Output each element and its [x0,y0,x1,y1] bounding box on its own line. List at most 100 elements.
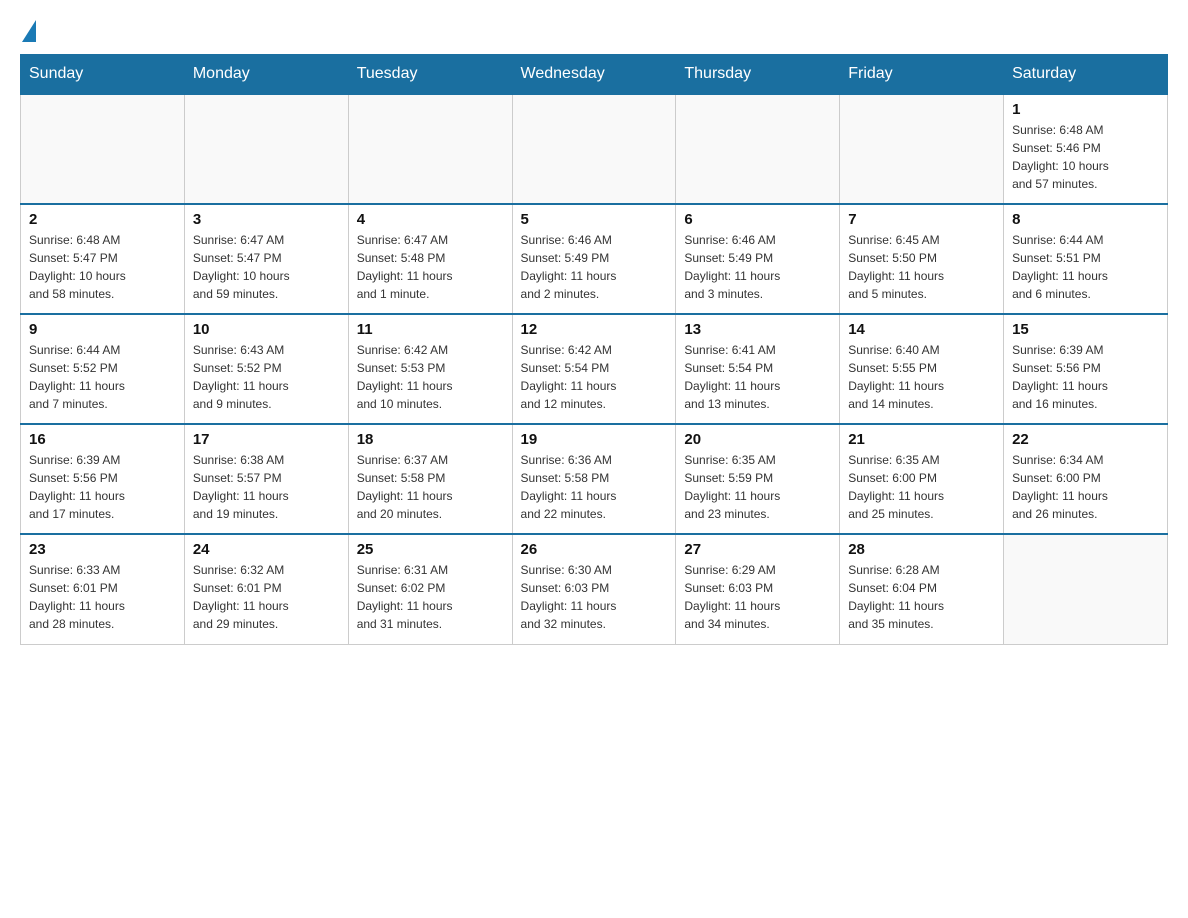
calendar-cell: 3 Sunrise: 6:47 AMSunset: 5:47 PMDaylight… [184,204,348,314]
calendar-cell: 14Sunrise: 6:40 AMSunset: 5:55 PMDayligh… [840,314,1004,424]
week-row-2: 2Sunrise: 6:48 AMSunset: 5:47 PMDaylight… [21,204,1168,314]
calendar-cell: 16 Sunrise: 6:39 AMSunset: 5:56 PMDayligh… [21,424,185,534]
calendar-cell [840,94,1004,204]
day-info: Sunrise: 6:39 AMSunset: 5:56 PMDaylight:… [29,451,176,523]
day-number: 3 [193,211,340,228]
day-info: Sunrise: 6:46 AMSunset: 5:49 PMDaylight:… [521,231,668,303]
day-info: Sunrise: 6:36 AMSunset: 5:58 PMDaylight:… [521,451,668,523]
day-number: 12 [521,321,668,338]
day-number: 26 [521,541,668,558]
day-number: 8 [1012,211,1159,228]
day-info: Sunrise: 6:38 AMSunset: 5:57 PMDaylight:… [193,451,340,523]
day-number: 21 [848,431,995,448]
day-info: Sunrise: 6:44 AMSunset: 5:52 PMDaylight:… [29,341,176,413]
calendar-table: SundayMondayTuesdayWednesdayThursdayFrid… [20,54,1168,645]
calendar-cell: 24 Sunrise: 6:32 AMSunset: 6:01 PMDayligh… [184,534,348,644]
calendar-cell: 17 Sunrise: 6:38 AMSunset: 5:57 PMDayligh… [184,424,348,534]
calendar-cell: 4 Sunrise: 6:47 AMSunset: 5:48 PMDaylight… [348,204,512,314]
day-info: Sunrise: 6:43 AMSunset: 5:52 PMDaylight:… [193,341,340,413]
day-number: 20 [684,431,831,448]
day-number: 24 [193,541,340,558]
day-info: Sunrise: 6:30 AMSunset: 6:03 PMDaylight:… [521,561,668,633]
day-info: Sunrise: 6:33 AMSunset: 6:01 PMDaylight:… [29,561,176,633]
calendar-cell: 20 Sunrise: 6:35 AMSunset: 5:59 PMDayligh… [676,424,840,534]
day-number: 25 [357,541,504,558]
day-info: Sunrise: 6:45 AMSunset: 5:50 PMDaylight:… [848,231,995,303]
calendar-cell: 11 Sunrise: 6:42 AMSunset: 5:53 PMDayligh… [348,314,512,424]
day-number: 23 [29,541,176,558]
weekday-header-monday: Monday [184,55,348,95]
weekday-header-row: SundayMondayTuesdayWednesdayThursdayFrid… [21,55,1168,95]
day-number: 1 [1012,101,1159,118]
week-row-4: 16 Sunrise: 6:39 AMSunset: 5:56 PMDayligh… [21,424,1168,534]
weekday-header-sunday: Sunday [21,55,185,95]
day-info: Sunrise: 6:37 AMSunset: 5:58 PMDaylight:… [357,451,504,523]
week-row-1: 1 Sunrise: 6:48 AMSunset: 5:46 PMDaylight… [21,94,1168,204]
calendar-cell: 8 Sunrise: 6:44 AMSunset: 5:51 PMDaylight… [1004,204,1168,314]
day-info: Sunrise: 6:48 AMSunset: 5:46 PMDaylight:… [1012,121,1159,193]
calendar-cell: 23 Sunrise: 6:33 AMSunset: 6:01 PMDayligh… [21,534,185,644]
day-info: Sunrise: 6:47 AMSunset: 5:47 PMDaylight:… [193,231,340,303]
day-number: 19 [521,431,668,448]
calendar-cell: 15 Sunrise: 6:39 AMSunset: 5:56 PMDayligh… [1004,314,1168,424]
day-info: Sunrise: 6:32 AMSunset: 6:01 PMDaylight:… [193,561,340,633]
week-row-3: 9 Sunrise: 6:44 AMSunset: 5:52 PMDaylight… [21,314,1168,424]
weekday-header-wednesday: Wednesday [512,55,676,95]
day-info: Sunrise: 6:42 AMSunset: 5:53 PMDaylight:… [357,341,504,413]
weekday-header-thursday: Thursday [676,55,840,95]
day-number: 18 [357,431,504,448]
day-number: 5 [521,211,668,228]
day-info: Sunrise: 6:47 AMSunset: 5:48 PMDaylight:… [357,231,504,303]
day-number: 6 [684,211,831,228]
page-header [20,20,1168,44]
calendar-cell [21,94,185,204]
calendar-cell: 21 Sunrise: 6:35 AMSunset: 6:00 PMDayligh… [840,424,1004,534]
calendar-cell: 5 Sunrise: 6:46 AMSunset: 5:49 PMDaylight… [512,204,676,314]
day-number: 11 [357,321,504,338]
day-info: Sunrise: 6:35 AMSunset: 6:00 PMDaylight:… [848,451,995,523]
calendar-cell: 9 Sunrise: 6:44 AMSunset: 5:52 PMDaylight… [21,314,185,424]
calendar-cell [184,94,348,204]
day-info: Sunrise: 6:34 AMSunset: 6:00 PMDaylight:… [1012,451,1159,523]
calendar-cell [348,94,512,204]
day-number: 17 [193,431,340,448]
logo-triangle-icon [22,20,36,42]
day-info: Sunrise: 6:48 AMSunset: 5:47 PMDaylight:… [29,231,176,303]
calendar-cell: 18 Sunrise: 6:37 AMSunset: 5:58 PMDayligh… [348,424,512,534]
weekday-header-saturday: Saturday [1004,55,1168,95]
weekday-header-friday: Friday [840,55,1004,95]
day-info: Sunrise: 6:29 AMSunset: 6:03 PMDaylight:… [684,561,831,633]
day-info: Sunrise: 6:35 AMSunset: 5:59 PMDaylight:… [684,451,831,523]
calendar-cell: 19 Sunrise: 6:36 AMSunset: 5:58 PMDayligh… [512,424,676,534]
calendar-cell: 27Sunrise: 6:29 AMSunset: 6:03 PMDayligh… [676,534,840,644]
logo [20,20,36,44]
weekday-header-tuesday: Tuesday [348,55,512,95]
calendar-cell: 1 Sunrise: 6:48 AMSunset: 5:46 PMDaylight… [1004,94,1168,204]
day-info: Sunrise: 6:31 AMSunset: 6:02 PMDaylight:… [357,561,504,633]
day-info: Sunrise: 6:46 AMSunset: 5:49 PMDaylight:… [684,231,831,303]
week-row-5: 23 Sunrise: 6:33 AMSunset: 6:01 PMDayligh… [21,534,1168,644]
calendar-cell: 25 Sunrise: 6:31 AMSunset: 6:02 PMDayligh… [348,534,512,644]
day-info: Sunrise: 6:42 AMSunset: 5:54 PMDaylight:… [521,341,668,413]
calendar-cell: 22 Sunrise: 6:34 AMSunset: 6:00 PMDayligh… [1004,424,1168,534]
calendar-cell: 7 Sunrise: 6:45 AMSunset: 5:50 PMDaylight… [840,204,1004,314]
calendar-cell: 13Sunrise: 6:41 AMSunset: 5:54 PMDayligh… [676,314,840,424]
day-number: 15 [1012,321,1159,338]
calendar-cell: 2Sunrise: 6:48 AMSunset: 5:47 PMDaylight… [21,204,185,314]
day-number: 4 [357,211,504,228]
calendar-cell [1004,534,1168,644]
day-info: Sunrise: 6:39 AMSunset: 5:56 PMDaylight:… [1012,341,1159,413]
day-number: 28 [848,541,995,558]
day-number: 7 [848,211,995,228]
calendar-cell: 28Sunrise: 6:28 AMSunset: 6:04 PMDayligh… [840,534,1004,644]
day-info: Sunrise: 6:44 AMSunset: 5:51 PMDaylight:… [1012,231,1159,303]
day-number: 16 [29,431,176,448]
calendar-cell [676,94,840,204]
day-number: 14 [848,321,995,338]
calendar-cell: 26 Sunrise: 6:30 AMSunset: 6:03 PMDayligh… [512,534,676,644]
day-number: 22 [1012,431,1159,448]
calendar-cell [512,94,676,204]
calendar-cell: 12 Sunrise: 6:42 AMSunset: 5:54 PMDayligh… [512,314,676,424]
day-number: 9 [29,321,176,338]
day-number: 13 [684,321,831,338]
